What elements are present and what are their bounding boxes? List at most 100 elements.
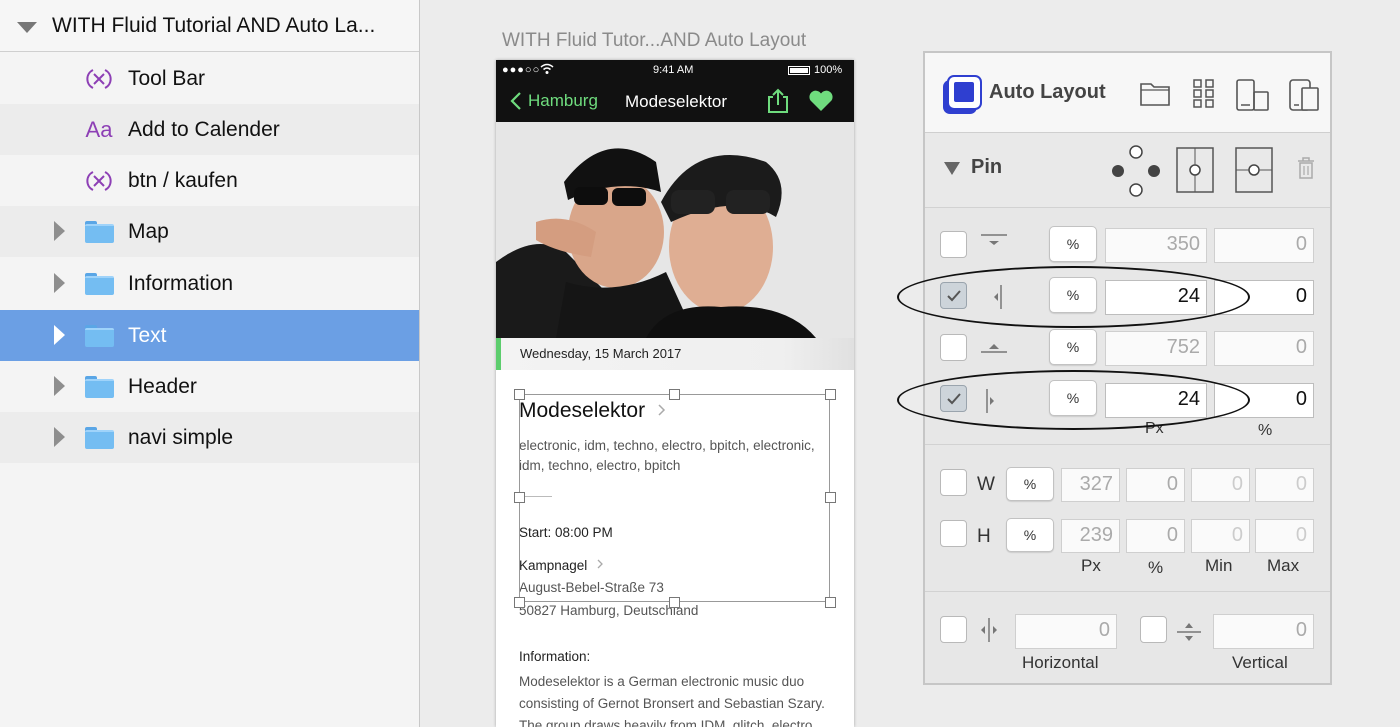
resize-handle-bottom-left[interactable]	[514, 597, 525, 608]
center-horizontal-checkbox[interactable]	[940, 616, 967, 643]
signal-indicator: ●●●○○	[502, 64, 541, 76]
pin-title: Pin	[971, 156, 1003, 178]
folder-icon	[84, 218, 114, 246]
heart-icon[interactable]	[808, 90, 834, 117]
nav-bar: Hamburg Modeselektor	[496, 80, 854, 122]
pin-bottom-checkbox[interactable]	[940, 334, 967, 361]
status-time: 9:41 AM	[653, 64, 694, 76]
layer-item-navi-simple[interactable]: navi simple	[0, 412, 419, 463]
layer-label: btn / kaufen	[128, 169, 238, 192]
center-vertical-checkbox[interactable]	[1140, 616, 1167, 643]
layer-item-add-to-calender[interactable]: Aa Add to Calender	[0, 104, 419, 155]
pin-bottom-px-field[interactable]: 752	[1105, 331, 1207, 366]
pin-top-icon	[981, 233, 1007, 252]
selection-box[interactable]	[519, 394, 830, 602]
width-percent-toggle[interactable]: %	[1006, 467, 1054, 501]
layer-label: Header	[128, 375, 197, 398]
layer-item-tool-bar[interactable]: Tool Bar	[0, 53, 419, 104]
pin-bottom-percent-toggle[interactable]: %	[1049, 329, 1097, 365]
width-percent-field[interactable]: 0	[1126, 468, 1185, 502]
highlight-ellipse	[897, 370, 1250, 430]
layer-label: navi simple	[128, 426, 234, 449]
pin-section-header[interactable]: Pin	[925, 133, 1330, 208]
pin-all-sides-icon[interactable]	[1111, 145, 1161, 202]
disclosure-right-icon[interactable]	[54, 325, 65, 345]
pin-top-checkbox[interactable]	[940, 231, 967, 258]
folder-icon	[84, 424, 114, 452]
size-percent-column-label: %	[1148, 558, 1164, 577]
battery-icon	[788, 65, 810, 75]
disclosure-down-icon[interactable]	[944, 162, 960, 175]
resize-handle-top[interactable]	[669, 389, 680, 400]
device-switch-icon[interactable]	[1289, 79, 1321, 116]
layer-label: Add to Calender	[128, 118, 280, 141]
layer-item-map[interactable]: Map	[0, 206, 419, 257]
width-label: W	[977, 474, 995, 495]
layer-item-information[interactable]: Information	[0, 258, 419, 309]
symbol-icon	[84, 65, 114, 93]
pin-bottom-icon	[981, 341, 1007, 360]
height-min-field[interactable]: 0	[1191, 519, 1250, 553]
folder-icon	[84, 322, 114, 350]
info-text: Modeselektor is a German electronic musi…	[519, 674, 825, 727]
disclosure-down-icon[interactable]	[17, 22, 37, 33]
height-checkbox[interactable]	[940, 520, 967, 547]
resize-handle-bottom[interactable]	[669, 597, 680, 608]
height-percent-field[interactable]: 0	[1126, 519, 1185, 553]
layer-label: Information	[128, 272, 234, 295]
layer-item-header[interactable]: Header	[0, 361, 419, 412]
pin-top-percent-toggle[interactable]: %	[1049, 226, 1097, 262]
width-min-field[interactable]: 0	[1191, 468, 1250, 502]
pin-center-icon[interactable]	[1176, 147, 1214, 198]
width-px-field[interactable]: 327	[1061, 468, 1120, 502]
layer-group-artboard[interactable]: WITH Fluid Tutorial AND Auto La...	[0, 0, 419, 52]
back-button[interactable]: Hamburg	[510, 91, 598, 111]
battery-percent: 100%	[814, 64, 843, 76]
layer-item-btn-kaufen[interactable]: btn / kaufen	[0, 155, 419, 206]
folder-outline-icon[interactable]	[1139, 79, 1171, 112]
pin-top-percent-field[interactable]: 0	[1214, 228, 1314, 263]
layer-label: Map	[128, 220, 169, 243]
event-photo	[496, 122, 854, 338]
resize-handle-top-left[interactable]	[514, 389, 525, 400]
height-px-field[interactable]: 239	[1061, 519, 1120, 553]
center-vertical-field[interactable]: 0	[1213, 614, 1314, 649]
disclosure-right-icon[interactable]	[54, 376, 65, 396]
size-max-column-label: Max	[1267, 556, 1300, 575]
height-percent-toggle[interactable]: %	[1006, 518, 1054, 552]
resize-handle-right[interactable]	[825, 492, 836, 503]
artboard-canvas[interactable]: ●●●○○ 9:41 AM 100% Hamburg Modeselektor	[496, 60, 854, 727]
height-max-field[interactable]: 0	[1255, 519, 1314, 553]
folder-icon	[84, 270, 114, 298]
artboard-title[interactable]: WITH Fluid Tutor...AND Auto Layout	[502, 30, 806, 52]
back-label: Hamburg	[528, 91, 598, 110]
resize-handle-bottom-right[interactable]	[825, 597, 836, 608]
grid-icon[interactable]	[1193, 79, 1215, 114]
auto-layout-logo-icon	[942, 75, 982, 120]
share-icon[interactable]	[767, 88, 789, 119]
symbol-icon	[84, 167, 114, 195]
trash-icon[interactable]	[1297, 157, 1315, 184]
width-max-field[interactable]: 0	[1255, 468, 1314, 502]
center-horizontal-field[interactable]: 0	[1015, 614, 1117, 649]
section-divider	[925, 591, 1330, 592]
highlight-ellipse	[897, 266, 1250, 328]
event-date: Wednesday, 15 March 2017	[520, 346, 682, 361]
center-horizontal-icon	[977, 618, 1001, 647]
resize-handle-left[interactable]	[514, 492, 525, 503]
pin-top-px-field[interactable]: 350	[1105, 228, 1207, 263]
pin-horizontal-icon[interactable]	[1235, 147, 1273, 198]
width-checkbox[interactable]	[940, 469, 967, 496]
layer-label: Text	[128, 324, 167, 347]
pin-percent-column-label: %	[1258, 422, 1273, 439]
text-icon: Aa	[85, 117, 113, 142]
disclosure-right-icon[interactable]	[54, 221, 65, 241]
resize-handle-top-right[interactable]	[825, 389, 836, 400]
date-bar: Wednesday, 15 March 2017	[496, 338, 854, 370]
disclosure-right-icon[interactable]	[54, 427, 65, 447]
folder-icon	[84, 373, 114, 401]
disclosure-right-icon[interactable]	[54, 273, 65, 293]
pin-bottom-percent-field[interactable]: 0	[1214, 331, 1314, 366]
layer-item-text[interactable]: Text	[0, 310, 419, 361]
device-preview-icon[interactable]	[1236, 79, 1270, 116]
